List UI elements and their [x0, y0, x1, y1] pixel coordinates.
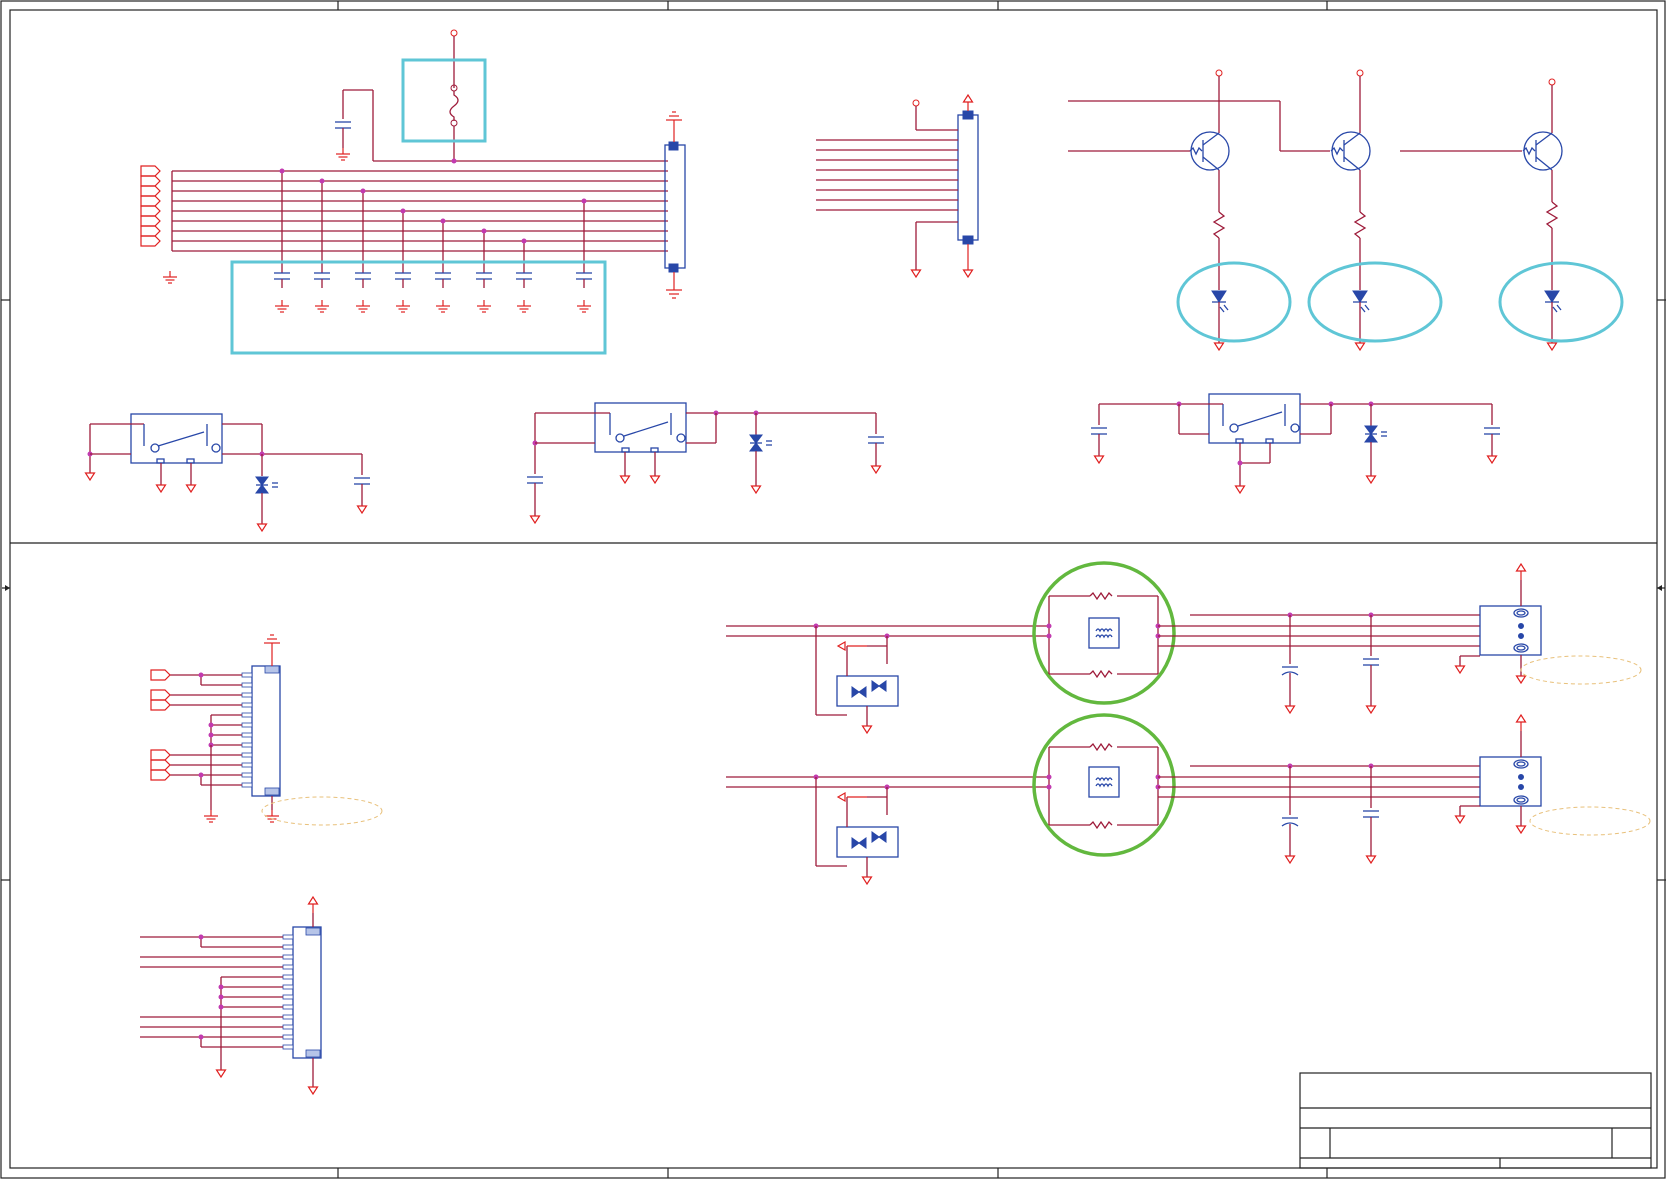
dashed-outline [1529, 806, 1651, 836]
schematic-diagram [0, 0, 1666, 1179]
dashed-outline [1520, 655, 1642, 685]
connector-fuse-block [140, 29, 686, 355]
port-2 [1479, 756, 1542, 807]
highlight-box-fuse [401, 58, 487, 143]
dashed-outline [261, 796, 383, 826]
highlight-ellipse-led-2 [1307, 261, 1443, 343]
connector-j1 [664, 111, 686, 299]
side-connector-block [150, 634, 383, 826]
led-driver-2 [1307, 69, 1443, 352]
pushbutton-switch-3 [1091, 393, 1500, 495]
signal-bus [171, 170, 668, 252]
offpage-connectors [140, 165, 161, 247]
pushbutton-switch-1 [84, 413, 370, 533]
title-block [1299, 1072, 1652, 1169]
led-driver-block [1068, 69, 1624, 352]
highlight-box-caps [230, 260, 607, 355]
decoupling-caps [273, 168, 593, 313]
led-driver-3 [1498, 78, 1624, 352]
bottom-connector-pins [282, 934, 294, 1050]
drawing-frame [0, 0, 1666, 1179]
led-driver-1 [1176, 69, 1292, 352]
highlight-ellipse-led-1 [1176, 261, 1292, 343]
differential-filter-1 [726, 561, 1642, 735]
port-1 [1479, 605, 1542, 656]
highlight-ellipse-led-3 [1498, 261, 1624, 343]
highlight-circle-filter-1 [1032, 561, 1176, 705]
pushbutton-switch-2 [527, 402, 884, 525]
side-connector-pins [241, 672, 253, 788]
ribbon-connector-block [816, 94, 979, 279]
fuse [449, 91, 459, 121]
differential-filter-2 [726, 713, 1651, 886]
bottom-connector-block [140, 896, 322, 1096]
